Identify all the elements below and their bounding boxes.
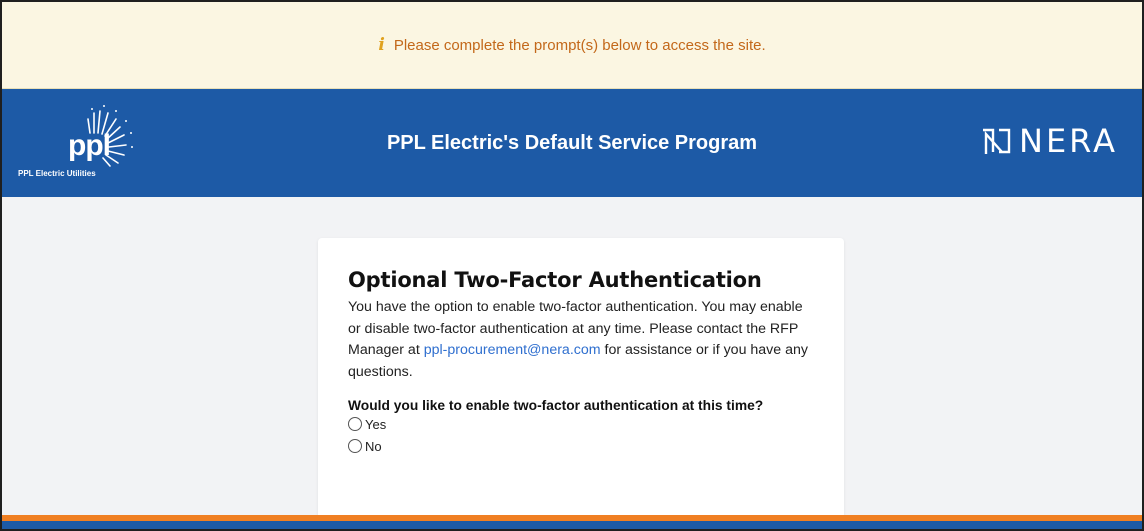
yes-radio[interactable] (348, 417, 362, 431)
site-header: ppl PPL Electric Utilities PPL Electric'… (2, 89, 1142, 197)
page-frame: i Please complete the prompt(s) below to… (0, 0, 1144, 531)
nera-logo-word: NERA (1019, 122, 1118, 160)
rfp-manager-email-link[interactable]: ppl-procurement@nera.com (424, 342, 601, 358)
option-no[interactable]: No (348, 435, 816, 457)
notice-banner: i Please complete the prompt(s) below to… (2, 2, 1142, 89)
two-factor-question: Would you like to enable two-factor auth… (348, 398, 764, 413)
yes-label: Yes (365, 416, 387, 432)
nera-mark-icon (983, 128, 1011, 154)
info-icon: i (378, 35, 385, 55)
page-title: PPL Electric's Default Service Program (386, 131, 758, 154)
card-description: You have the option to enable two-factor… (348, 297, 818, 383)
two-factor-card: Optional Two-Factor Authentication You h… (318, 238, 844, 529)
no-label: No (365, 438, 382, 454)
no-radio[interactable] (348, 439, 362, 453)
option-yes[interactable]: Yes (348, 413, 816, 435)
card-title: Optional Two-Factor Authentication (348, 268, 762, 292)
footer-bar (2, 521, 1142, 529)
nera-logo[interactable]: NERA (981, 123, 1118, 159)
notice-text: Please complete the prompt(s) below to a… (393, 36, 766, 54)
